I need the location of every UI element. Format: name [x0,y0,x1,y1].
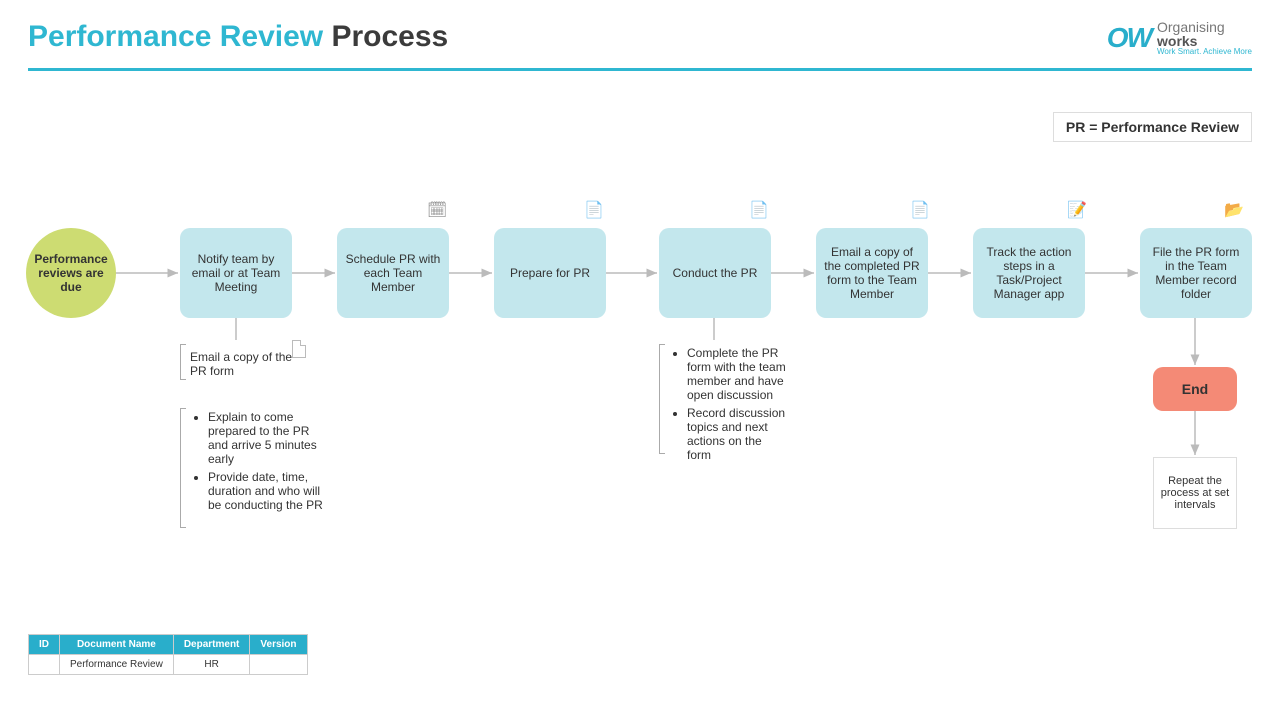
step-email-completed: Email a copy of the completed PR form to… [816,228,928,318]
note-bullet: Record discussion topics and next action… [687,406,789,462]
start-node: Performance reviews are due [26,228,116,318]
notepad-icon: 📝 [1067,200,1087,220]
table-header: ID [29,635,60,655]
document-icon: 📄 [749,200,769,220]
table-header: Document Name [60,635,174,655]
note-conduct-bullets: Complete the PR form with the team membe… [669,346,789,466]
step-label: Track the action steps in a Task/Project… [981,245,1077,301]
step-label: Email a copy of the completed PR form to… [824,245,920,301]
note-notify-email: Email a copy of the PR form [190,350,300,378]
document-metadata-table: ID Document Name Department Version Perf… [28,634,308,675]
start-label: Performance reviews are due [34,252,108,294]
note-bullet: Explain to come prepared to the PR and a… [208,410,330,466]
note-bullet: Complete the PR form with the team membe… [687,346,789,402]
folder-icon: 📂 [1224,200,1244,220]
document-icon [292,340,306,358]
step-schedule: Schedule PR with each Team Member [337,228,449,318]
table-cell [250,655,307,675]
table-cell [29,655,60,675]
repeat-label: Repeat the process at set intervals [1160,475,1230,511]
step-label: Notify team by email or at Team Meeting [188,252,284,294]
table-cell: Performance Review [60,655,174,675]
note-bracket [659,344,665,454]
step-label: Conduct the PR [673,266,758,280]
document-icon: 📄 [910,200,930,220]
repeat-node: Repeat the process at set intervals [1153,457,1237,529]
step-label: Prepare for PR [510,266,590,280]
step-label: Schedule PR with each Team Member [345,252,441,294]
step-track-actions: Track the action steps in a Task/Project… [973,228,1085,318]
document-icon: 📄 [584,200,604,220]
table-cell: HR [173,655,250,675]
calendar-icon: 🗓 [427,200,447,220]
note-bracket [180,408,186,528]
note-text: Email a copy of the PR form [190,350,292,378]
end-node: End [1153,367,1237,411]
step-notify: Notify team by email or at Team Meeting [180,228,292,318]
step-file-form: File the PR form in the Team Member reco… [1140,228,1252,318]
step-label: File the PR form in the Team Member reco… [1148,245,1244,301]
table-header: Department [173,635,250,655]
table-header: Version [250,635,307,655]
note-notify-bullets: Explain to come prepared to the PR and a… [190,410,330,516]
note-bullet: Provide date, time, duration and who wil… [208,470,330,512]
table-row: Performance Review HR [29,655,308,675]
note-bracket [180,344,186,380]
step-conduct: Conduct the PR [659,228,771,318]
end-label: End [1182,381,1208,397]
step-prepare: Prepare for PR [494,228,606,318]
